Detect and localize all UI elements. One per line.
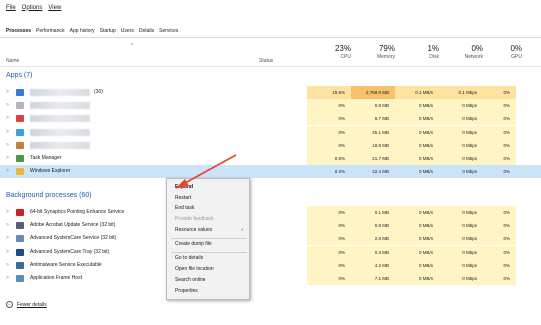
- fewer-details-label: Fewer details: [17, 301, 47, 308]
- chevron-up-icon: ^: [6, 301, 13, 308]
- fewer-details-button[interactable]: ^ Fewer details: [6, 301, 47, 308]
- task-manager-window: File Options View Processes Performance …: [0, 0, 541, 325]
- annotation-arrow-icon: [175, 154, 237, 189]
